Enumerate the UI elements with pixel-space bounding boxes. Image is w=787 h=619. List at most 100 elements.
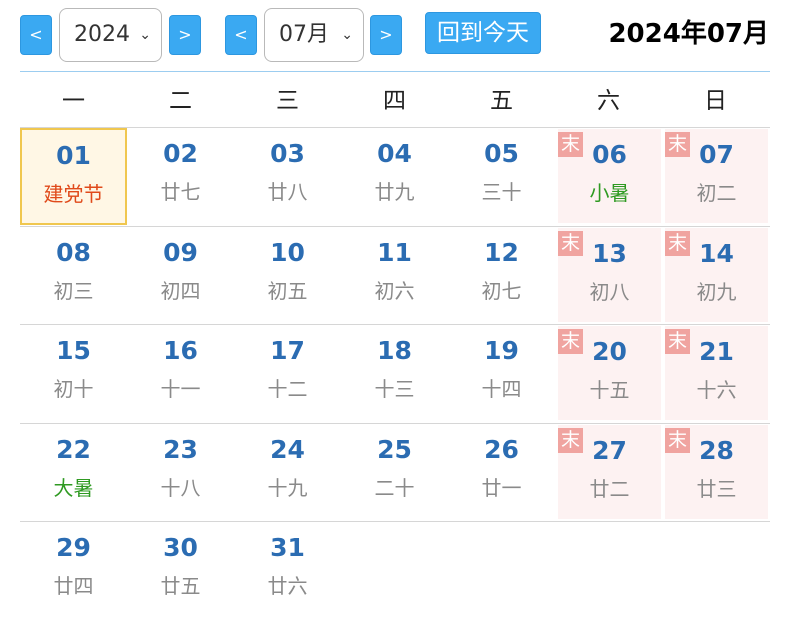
day-cell[interactable]: 15 初十 [20, 325, 127, 422]
lunar-date: 廿六 [267, 574, 308, 598]
lunar-date: 廿八 [267, 180, 308, 204]
lunar-date: 十六 [696, 378, 737, 402]
day-number: 07 [699, 140, 734, 169]
chevron-down-icon: ⌄ [139, 27, 151, 43]
day-number: 04 [377, 139, 412, 168]
lunar-date: 初九 [696, 279, 737, 304]
day-number: 17 [270, 336, 305, 365]
lunar-date: 初八 [589, 279, 630, 304]
prev-year-button[interactable]: < [20, 15, 52, 55]
day-cell[interactable]: 03 廿八 [234, 128, 341, 225]
day-number: 19 [484, 336, 519, 365]
month-select[interactable]: 07月 ⌄ [264, 8, 364, 62]
weekday-label: 二 [169, 88, 192, 114]
day-cell[interactable]: 末 06 小暑 [558, 129, 661, 223]
day-cell[interactable]: 12 初七 [448, 227, 555, 324]
day-cell[interactable]: 末 28 廿三 [665, 424, 768, 519]
day-cell[interactable]: 18 十三 [341, 325, 448, 422]
lunar-date: 初六 [374, 278, 415, 303]
day-cell[interactable]: 16 十一 [127, 325, 234, 422]
day-cell[interactable]: 09 初四 [127, 227, 234, 324]
day-number: 09 [163, 237, 198, 267]
day-number: 21 [699, 337, 734, 366]
day-cell[interactable]: 29 廿四 [20, 522, 127, 619]
day-number: 02 [163, 139, 198, 168]
next-year-button[interactable]: > [169, 15, 201, 55]
day-number: 15 [56, 336, 91, 365]
day-cell[interactable]: 30 廿五 [127, 522, 234, 619]
day-number: 12 [484, 237, 519, 267]
day-number: 10 [270, 237, 305, 267]
day-cell[interactable]: 25 二十 [341, 424, 448, 521]
day-number: 29 [56, 533, 91, 562]
calendar-toolbar: < 2024 ⌄ > < 07月 ⌄ > 回到今天 2024年07月 [0, 0, 787, 70]
day-cell[interactable]: 26 廿一 [448, 424, 555, 521]
lunar-date: 十三 [374, 377, 415, 401]
day-number: 24 [270, 434, 305, 464]
year-select[interactable]: 2024 ⌄ [59, 8, 162, 62]
day-number: 28 [699, 435, 734, 465]
day-number: 14 [699, 238, 734, 268]
lunar-date: 十四 [481, 377, 522, 401]
day-cell[interactable]: 末 13 初八 [558, 227, 661, 322]
day-number: 13 [592, 238, 627, 268]
day-number: 25 [377, 434, 412, 464]
month-select-value: 07月 [279, 22, 329, 47]
chevron-down-icon: ⌄ [341, 27, 353, 43]
day-cell[interactable]: 末 20 十五 [558, 326, 661, 420]
weekday-label: 六 [597, 88, 620, 114]
lunar-date: 廿三 [696, 476, 737, 501]
day-cell[interactable]: 末 27 廿二 [558, 424, 661, 519]
day-cell[interactable]: 24 十九 [234, 424, 341, 521]
day-number: 08 [56, 237, 91, 267]
day-cell[interactable]: 08 初三 [20, 227, 127, 324]
day-number: 16 [163, 336, 198, 365]
day-cell[interactable]: 末 07 初二 [665, 129, 768, 223]
lunar-date: 十二 [267, 377, 308, 401]
weekday-label: 一 [62, 88, 85, 114]
lunar-date: 初五 [267, 278, 308, 303]
lunar-date: 廿一 [481, 475, 522, 500]
lunar-date: 十八 [160, 475, 201, 500]
day-cell[interactable]: 10 初五 [234, 227, 341, 324]
lunar-date: 初十 [53, 377, 94, 401]
day-cell[interactable]: 05 三十 [448, 128, 555, 225]
day-cell[interactable]: 04 廿九 [341, 128, 448, 225]
day-number: 31 [270, 533, 305, 562]
next-month-button[interactable]: > [370, 15, 402, 55]
lunar-date: 十九 [267, 475, 308, 500]
day-number: 30 [163, 533, 198, 562]
day-cell[interactable]: 17 十二 [234, 325, 341, 422]
lunar-date: 廿四 [53, 574, 94, 598]
weekday-label: 五 [490, 88, 513, 114]
lunar-date: 廿九 [374, 180, 415, 204]
lunar-date: 二十 [374, 475, 415, 500]
back-to-today-button[interactable]: 回到今天 [425, 12, 541, 54]
lunar-date: 三十 [481, 180, 522, 204]
weekday-label: 三 [276, 88, 299, 114]
header-divider [20, 71, 770, 72]
solar-term-label: 大暑 [53, 475, 94, 500]
day-cell[interactable]: 末 14 初九 [665, 227, 768, 322]
day-cell[interactable]: 02 廿七 [127, 128, 234, 225]
lunar-date: 初三 [53, 278, 94, 303]
day-number: 01 [56, 141, 91, 170]
day-cell[interactable]: 23 十八 [127, 424, 234, 521]
day-cell[interactable]: 19 十四 [448, 325, 555, 422]
day-cell[interactable]: 31 廿六 [234, 522, 341, 619]
day-cell-today[interactable]: 01 建党节 [20, 128, 127, 225]
festival-label: 建党节 [43, 182, 104, 206]
lunar-date: 廿二 [589, 476, 630, 501]
day-number: 18 [377, 336, 412, 365]
prev-month-button[interactable]: < [225, 15, 257, 55]
day-cell[interactable]: 末 21 十六 [665, 326, 768, 420]
lunar-date: 廿五 [160, 574, 201, 598]
lunar-date: 初七 [481, 278, 522, 303]
lunar-date: 初二 [696, 181, 737, 205]
lunar-date: 廿七 [160, 180, 201, 204]
year-select-value: 2024 [74, 22, 130, 47]
calendar-title: 2024年07月 [608, 19, 769, 49]
day-cell[interactable]: 11 初六 [341, 227, 448, 324]
day-cell[interactable]: 22 大暑 [20, 424, 127, 521]
weekday-header: 一 二 三 四 五 六 日 [20, 78, 770, 126]
